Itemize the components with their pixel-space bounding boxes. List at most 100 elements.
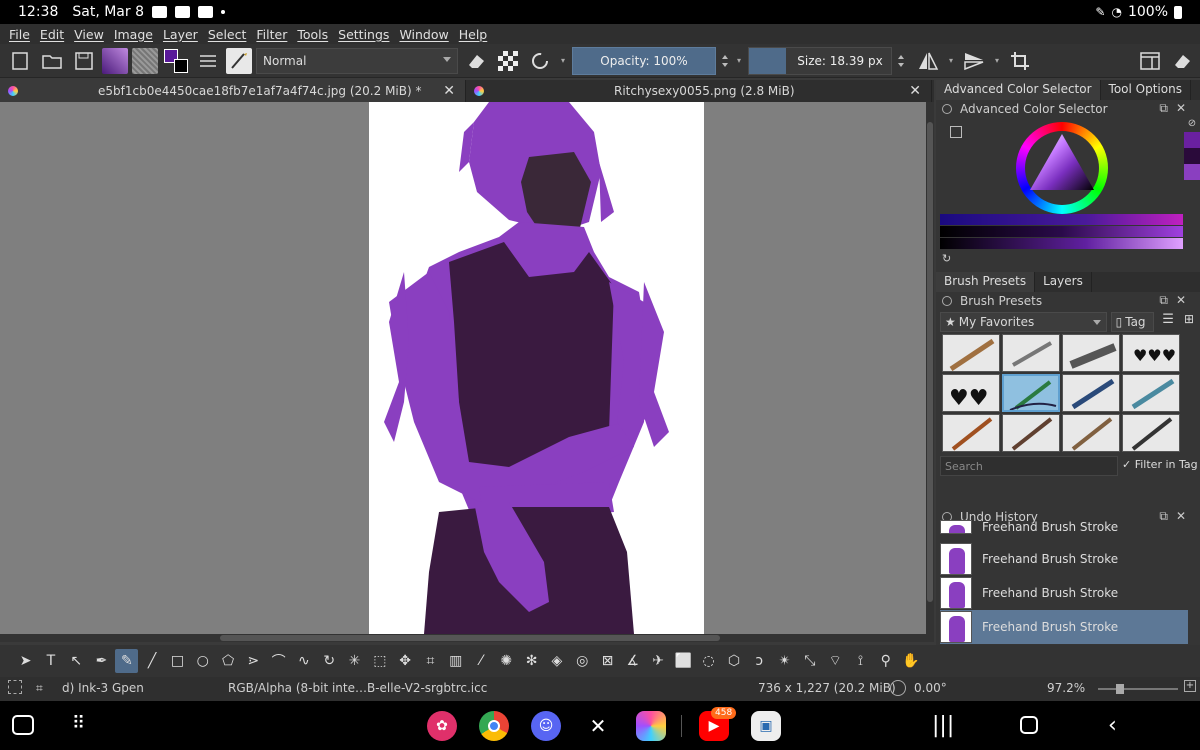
brush-preset-selector[interactable] (226, 47, 252, 74)
gradient-selector[interactable] (102, 47, 128, 74)
magnetic-selection-tool[interactable]: ⟟ (849, 649, 872, 673)
zoom-in-icon[interactable]: + (1184, 680, 1196, 692)
krita-app-icon[interactable] (636, 711, 666, 741)
rectangle-tool[interactable]: □ (166, 649, 189, 673)
refresh-icon[interactable]: ↻ (942, 252, 951, 265)
brush-preset[interactable] (1062, 374, 1120, 412)
brush-search-input[interactable]: Search (940, 456, 1118, 476)
brush-preset[interactable] (1122, 414, 1180, 452)
menu-help[interactable]: Help (454, 27, 493, 42)
close-tab-icon[interactable]: ✕ (909, 83, 921, 99)
zoom-slider-handle[interactable] (1116, 684, 1124, 694)
undo-history-item-selected[interactable]: Freehand Brush Stroke (940, 610, 1188, 644)
text-tool[interactable]: T (39, 649, 62, 673)
contiguous-selection-tool[interactable]: ✴ (773, 649, 796, 673)
pan-tool[interactable]: ✋ (899, 649, 922, 673)
polyline-tool[interactable]: ⋗ (242, 649, 265, 673)
colorize-mask-tool[interactable]: ✻ (520, 649, 543, 673)
gradient-tool[interactable]: ▥ (444, 649, 467, 673)
menu-filter[interactable]: Filter (251, 27, 292, 42)
view-mode-icon[interactable]: ☰ (1162, 312, 1174, 332)
brush-preset[interactable] (942, 414, 1000, 452)
scrollbar-thumb[interactable] (220, 635, 720, 641)
docker-float-close-icon[interactable]: ⧉✕ (1159, 293, 1194, 308)
freehand-brush-tool[interactable]: ✎ (115, 649, 139, 673)
calligraphy-tool[interactable]: ✒ (90, 649, 113, 673)
brush-preset[interactable] (1062, 334, 1120, 372)
scrollbar-thumb[interactable] (927, 122, 933, 602)
save-button[interactable] (70, 47, 98, 75)
hue-shade-bar-3[interactable] (940, 238, 1183, 249)
workspace-button[interactable] (1136, 47, 1164, 75)
recents-button[interactable]: ||| (932, 713, 954, 738)
taskbar-recent-icon[interactable] (12, 715, 34, 735)
canvas-image[interactable] (369, 102, 704, 634)
preserve-alpha-button[interactable] (494, 47, 522, 75)
dynamic-brush-tool[interactable]: ↻ (318, 649, 341, 673)
fg-bg-color-selector[interactable] (162, 47, 190, 75)
hue-shade-bar-1[interactable] (940, 214, 1183, 225)
brush-preset[interactable] (1122, 374, 1180, 412)
tab-layers[interactable]: Layers (1035, 272, 1092, 292)
secondary-app-icon[interactable]: ▣ (751, 711, 781, 741)
brush-preset[interactable]: ♥♥ (942, 374, 1000, 412)
move-tool[interactable]: ✥ (393, 649, 416, 673)
tab-document-1[interactable]: e5bf1cb0e4450cae18fb7e1af7a4f74c.jpg (20… (0, 80, 466, 102)
menu-window[interactable]: Window (394, 27, 453, 42)
selection-mode-icon[interactable] (8, 680, 22, 694)
tab-advanced-color-selector[interactable]: Advanced Color Selector (936, 80, 1101, 100)
canvas-horizontal-scrollbar[interactable] (0, 634, 926, 642)
close-tab-icon[interactable]: ✕ (443, 83, 455, 99)
edit-brush-settings-button[interactable] (194, 47, 222, 75)
menu-tools[interactable]: Tools (292, 27, 333, 42)
brush-preset[interactable] (1062, 414, 1120, 452)
color-history-swatches[interactable]: ⊘ (1184, 118, 1200, 213)
discord-app-icon[interactable]: ☺ (531, 711, 561, 741)
brush-preset-selected[interactable] (1002, 374, 1060, 412)
elliptical-selection-tool[interactable]: ◌ (697, 649, 720, 673)
canvas-area[interactable] (0, 102, 926, 634)
x-app-icon[interactable]: ✕ (583, 711, 613, 741)
color-settings-icon[interactable] (950, 126, 962, 138)
similar-color-selection-tool[interactable]: ⤡ (798, 649, 821, 673)
color-wheel[interactable] (1016, 122, 1108, 214)
opacity-dropdown[interactable]: ▾ (734, 47, 744, 75)
blossom-app-icon[interactable]: ✿ (427, 711, 457, 741)
mirror-vertical-button[interactable] (960, 47, 988, 75)
crop-tool[interactable]: ⌗ (419, 649, 442, 673)
freehand-selection-tool[interactable]: ↄ (748, 649, 771, 673)
undo-history-item[interactable]: Freehand Brush Stroke (940, 576, 1188, 610)
hue-shade-bar-2[interactable] (940, 226, 1183, 237)
undo-history-item[interactable]: Freehand Brush Stroke (940, 520, 1188, 534)
eraser-mode-button[interactable] (462, 47, 490, 75)
menu-layer[interactable]: Layer (158, 27, 203, 42)
rectangular-selection-tool[interactable]: ⬜ (672, 649, 695, 673)
multibrush-tool[interactable]: ✳ (343, 649, 366, 673)
color-swatch[interactable] (1184, 164, 1200, 180)
color-swatch[interactable] (1184, 148, 1200, 164)
advanced-color-selector[interactable]: ⊘ ↻ (936, 118, 1200, 265)
docker-float-close-icon[interactable]: ⧉✕ (1159, 101, 1194, 116)
opacity-spinner[interactable] (720, 47, 730, 75)
new-document-button[interactable] (6, 47, 34, 75)
select-shapes-tool[interactable]: ➤ (14, 649, 37, 673)
crop-button[interactable] (1006, 47, 1034, 75)
color-swatch[interactable] (1184, 132, 1200, 148)
size-slider[interactable]: Size: 18.39 px (748, 46, 892, 75)
menu-settings[interactable]: Settings (333, 27, 394, 42)
measure-tool[interactable]: ∡ (621, 649, 644, 673)
mirror-h-dropdown[interactable]: ▾ (946, 47, 956, 75)
menu-view[interactable]: View (69, 27, 109, 42)
reload-dropdown[interactable]: ▾ (558, 47, 568, 75)
smart-patch-tool[interactable]: ✺ (495, 649, 518, 673)
ellipse-tool[interactable]: ○ (191, 649, 214, 673)
tag-filter-select[interactable]: ★ My Favorites (940, 312, 1107, 332)
mirror-horizontal-button[interactable] (914, 47, 942, 75)
tab-document-2[interactable]: Ritchysexy0055.png (2.8 MiB) ✕ (466, 80, 932, 102)
zoom-slider[interactable] (1098, 688, 1178, 690)
bezier-tool[interactable]: ⌒ (267, 649, 290, 673)
transform-tool[interactable]: ⬚ (368, 649, 391, 673)
edit-shapes-tool[interactable]: ↖ (65, 649, 88, 673)
filter-in-tag-checkbox[interactable]: ✓ Filter in Tag (1122, 458, 1198, 471)
brush-preset[interactable]: ♥♥♥ (1122, 334, 1180, 372)
